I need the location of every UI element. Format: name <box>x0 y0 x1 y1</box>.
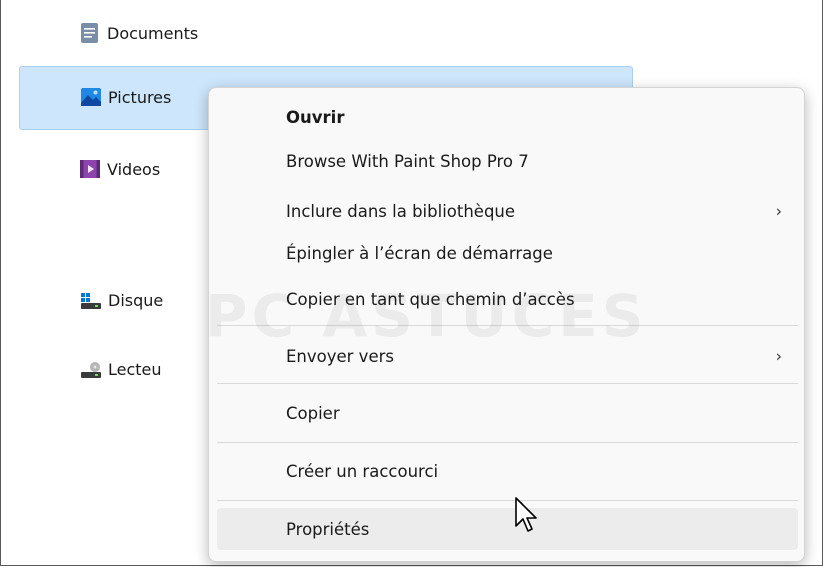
menu-item-label: Ouvrir <box>286 107 345 127</box>
menu-item-browse-paint-shop[interactable]: Browse With Paint Shop Pro 7 <box>217 140 798 182</box>
pictures-icon <box>80 86 102 108</box>
removable-drive-icon <box>80 358 102 380</box>
nav-item-videos[interactable]: Videos <box>79 150 160 188</box>
menu-item-label: Créer un raccourci <box>286 461 439 481</box>
menu-item-label: Épingler à l’écran de démarrage <box>286 243 553 263</box>
menu-separator <box>217 325 798 326</box>
menu-item-copy-as-path[interactable]: Copier en tant que chemin d’accès <box>217 278 798 320</box>
menu-item-label: Propriétés <box>286 519 370 539</box>
menu-separator <box>217 442 798 443</box>
menu-item-pin-to-start[interactable]: Épingler à l’écran de démarrage <box>217 232 798 274</box>
menu-item-label: Copier <box>286 403 340 423</box>
nav-item-label: Documents <box>107 23 199 43</box>
nav-item-drive[interactable]: Lecteu <box>80 350 162 388</box>
nav-item-label: Pictures <box>108 87 172 107</box>
nav-item-disk[interactable]: Disque <box>80 281 163 319</box>
context-menu: Ouvrir Browse With Paint Shop Pro 7 Incl… <box>208 87 805 562</box>
documents-icon <box>79 22 101 44</box>
nav-item-label: Videos <box>107 159 161 179</box>
menu-item-copy[interactable]: Copier <box>217 392 798 434</box>
menu-item-label: Copier en tant que chemin d’accès <box>286 289 575 309</box>
drive-icon <box>80 289 102 311</box>
menu-item-create-shortcut[interactable]: Créer un raccourci <box>217 450 798 492</box>
menu-item-label: Envoyer vers <box>286 346 394 366</box>
menu-item-open[interactable]: Ouvrir <box>217 96 798 138</box>
menu-separator <box>217 500 798 501</box>
menu-item-include-in-library[interactable]: Inclure dans la bibliothèque › <box>217 190 798 232</box>
menu-item-label: Browse With Paint Shop Pro 7 <box>286 151 529 171</box>
nav-item-documents[interactable]: Documents <box>79 14 198 52</box>
menu-item-send-to[interactable]: Envoyer vers › <box>217 335 798 377</box>
nav-item-label: Disque <box>108 290 164 310</box>
menu-item-label: Inclure dans la bibliothèque <box>286 201 516 221</box>
menu-separator <box>217 383 798 384</box>
menu-item-properties[interactable]: Propriétés <box>217 508 798 550</box>
videos-icon <box>79 158 101 180</box>
mouse-cursor-icon <box>515 497 537 532</box>
chevron-right-icon: › <box>775 201 782 221</box>
chevron-right-icon: › <box>775 346 782 366</box>
nav-item-label: Lecteu <box>108 359 162 379</box>
